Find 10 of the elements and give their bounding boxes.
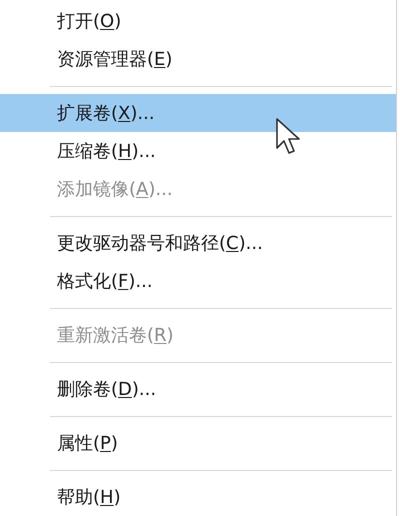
menu-item[interactable]: 删除卷(D)...	[0, 370, 396, 408]
menu-item[interactable]: 资源管理器(E)	[0, 40, 396, 78]
menu-item[interactable]: 更改驱动器号和路径(C)...	[0, 224, 396, 262]
menu-item[interactable]: 打开(O)	[0, 2, 396, 40]
menu-item[interactable]: 属性(P)	[0, 424, 396, 462]
menu-item[interactable]: 格式化(F)...	[0, 262, 396, 300]
menu-item[interactable]: 帮助(H)	[0, 478, 396, 516]
menu-item[interactable]: 压缩卷(H)...	[0, 132, 396, 170]
menu-item[interactable]: 扩展卷(X)...	[0, 94, 396, 132]
mouse-pointer-icon	[276, 118, 302, 156]
